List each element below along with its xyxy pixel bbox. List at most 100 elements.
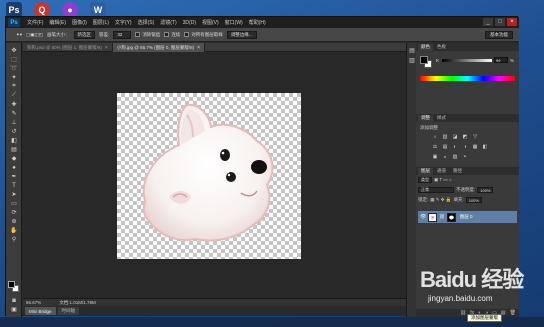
blend-mode-select[interactable]: 正常 bbox=[418, 187, 454, 193]
minimize-button[interactable]: _ bbox=[483, 18, 493, 26]
crop-tool-icon[interactable]: ⌗ bbox=[9, 83, 19, 90]
tab-layers[interactable]: 图层 bbox=[418, 167, 433, 175]
layer-filter-select[interactable]: 类型 bbox=[418, 177, 432, 183]
maximize-button[interactable]: □ bbox=[495, 18, 505, 26]
levels-adjustment-icon[interactable]: ▥ bbox=[442, 134, 448, 140]
document-canvas[interactable] bbox=[117, 93, 301, 259]
tab-styles[interactable]: 样式 bbox=[434, 115, 449, 122]
properties-panel-icon[interactable]: ▥ bbox=[408, 57, 416, 64]
healing-brush-tool-icon[interactable]: ✚ bbox=[9, 101, 19, 108]
tab-mini-bridge[interactable]: Mini Bridge bbox=[25, 307, 56, 315]
menu-type[interactable]: 文字(Y) bbox=[112, 19, 135, 26]
hue-saturation-adjustment-icon[interactable]: ▤ bbox=[442, 144, 448, 150]
tolerance-input[interactable]: 32 bbox=[113, 30, 132, 39]
antialias-checkbox[interactable]: 消除锯齿 bbox=[135, 32, 160, 38]
menu-help[interactable]: 帮助(H) bbox=[246, 19, 269, 26]
magic-wand-tool-icon[interactable]: ✦▾ bbox=[16, 32, 22, 38]
zoom-level[interactable]: 66.67% bbox=[26, 300, 41, 305]
options-bar: ✦▾ ▢▣◫◰ 画笔大小： 新选区 容差: 32 消除锯齿 连续 对所有图层取样… bbox=[6, 28, 519, 42]
menu-file[interactable]: 文件(F) bbox=[24, 19, 46, 26]
hand-tool-icon[interactable]: ✋ bbox=[9, 227, 19, 234]
channel-mixer-adjustment-icon[interactable]: ▦ bbox=[472, 144, 478, 150]
quick-mask-icon[interactable]: ◙ bbox=[9, 297, 19, 304]
menu-3d[interactable]: 3D(D) bbox=[180, 20, 199, 26]
layer-filter-icons[interactable]: ▣ T ▭ ⌂ bbox=[434, 177, 452, 183]
close-tab-icon[interactable]: × bbox=[105, 45, 108, 51]
collapsed-panel-dock: ▤ ▥ bbox=[406, 43, 416, 317]
canvas-area[interactable] bbox=[23, 52, 406, 298]
magic-wand-tool-icon[interactable]: ✦ bbox=[9, 74, 19, 81]
foreground-color-swatch[interactable] bbox=[420, 56, 428, 64]
menu-filter[interactable]: 滤镜(T) bbox=[157, 19, 179, 26]
vibrance-adjustment-icon[interactable]: ▽ bbox=[472, 134, 478, 140]
clone-stamp-tool-icon[interactable]: ⊥ bbox=[9, 119, 19, 126]
refine-edge-button[interactable]: 调整边缘... bbox=[226, 30, 257, 39]
threshold-adjustment-icon[interactable]: ▨ bbox=[452, 154, 458, 160]
tab-puppy-jpg[interactable]: 小狗.jpg @ 66.7% (图层 0, 图层蒙版/8) × bbox=[112, 43, 206, 52]
path-selection-tool-icon[interactable]: ➤ bbox=[9, 191, 19, 198]
selective-color-adjustment-icon[interactable]: ◓ bbox=[462, 154, 468, 160]
close-button[interactable]: × bbox=[507, 18, 517, 26]
type-tool-icon[interactable]: T bbox=[9, 182, 19, 189]
color-spectrum[interactable] bbox=[420, 76, 515, 81]
menu-window[interactable]: 窗口(W) bbox=[222, 19, 246, 26]
blur-tool-icon[interactable]: ◆ bbox=[9, 155, 19, 162]
3d-rotate-tool-icon[interactable]: ⟳ bbox=[9, 209, 19, 216]
layer-name[interactable]: 图层 0 bbox=[460, 214, 473, 220]
selection-mode-select[interactable]: 新选区 bbox=[73, 30, 96, 39]
invert-adjustment-icon[interactable]: ▣ bbox=[432, 154, 438, 160]
sample-all-layers-checkbox[interactable]: 对所有图层取样 bbox=[184, 32, 223, 38]
contiguous-checkbox[interactable]: 连续 bbox=[164, 32, 180, 38]
layer-mask-thumbnail[interactable] bbox=[446, 212, 456, 222]
foreground-color-swatch[interactable] bbox=[8, 281, 15, 288]
k-slider[interactable]: K 99 % bbox=[436, 57, 514, 63]
photo-filter-adjustment-icon[interactable]: ◑ bbox=[462, 144, 468, 150]
chain-link-icon[interactable]: ⛓ bbox=[439, 214, 445, 220]
close-tab-icon[interactable]: × bbox=[197, 45, 200, 51]
menu-image[interactable]: 图像(I) bbox=[69, 19, 90, 26]
tab-timeline[interactable]: 时间轴 bbox=[57, 307, 80, 315]
menu-select[interactable]: 选择(S) bbox=[135, 19, 158, 26]
shape-tool-icon[interactable]: ▭ bbox=[9, 200, 19, 207]
exposure-adjustment-icon[interactable]: ◩ bbox=[462, 134, 468, 140]
tab-paths[interactable]: 路径 bbox=[450, 168, 465, 175]
layer-row[interactable]: 👁 ⛓ 图层 0 bbox=[418, 211, 517, 223]
black-white-adjustment-icon[interactable]: ◐ bbox=[452, 144, 458, 150]
fill-input[interactable]: 100% bbox=[465, 197, 482, 203]
toolbox: ✥ ⬚ ➰ ✦ ⌗ ⟋ ✚ ✎ ⊥ ↺ ◧ ▤ ◆ ● ✒ T ➤ ▭ ⟳ ⊛ … bbox=[6, 43, 22, 317]
gradient-tool-icon[interactable]: ▤ bbox=[9, 146, 19, 153]
move-tool-icon[interactable]: ✥ bbox=[9, 47, 19, 54]
posterize-adjustment-icon[interactable]: ◒ bbox=[442, 154, 448, 160]
3d-camera-tool-icon[interactable]: ⊛ bbox=[9, 218, 19, 225]
eyedropper-tool-icon[interactable]: ⟋ bbox=[9, 92, 19, 99]
opacity-input[interactable]: 100% bbox=[477, 187, 494, 193]
layer-thumbnail[interactable] bbox=[428, 212, 437, 222]
selection-mode-icons[interactable]: ▢▣◫◰ bbox=[26, 32, 43, 38]
eraser-tool-icon[interactable]: ◧ bbox=[9, 137, 19, 144]
k-value-input[interactable]: 99 bbox=[494, 57, 508, 63]
curves-adjustment-icon[interactable]: ◪ bbox=[452, 134, 458, 140]
history-brush-tool-icon[interactable]: ↺ bbox=[9, 128, 19, 135]
tab-swatches[interactable]: 色板 bbox=[434, 44, 449, 51]
tab-color[interactable]: 颜色 bbox=[418, 43, 433, 51]
tab-adjustments[interactable]: 调整 bbox=[418, 114, 433, 122]
menu-layer[interactable]: 图层(L) bbox=[90, 19, 112, 26]
brush-tool-icon[interactable]: ✎ bbox=[9, 110, 19, 117]
lasso-tool-icon[interactable]: ➰ bbox=[9, 65, 19, 72]
menu-view[interactable]: 视图(V) bbox=[199, 19, 222, 26]
eye-icon[interactable]: 👁 bbox=[420, 214, 426, 220]
screen-mode-icon[interactable]: ▣ bbox=[9, 306, 19, 313]
zoom-tool-icon[interactable]: ⚲ bbox=[9, 236, 19, 243]
color-lookup-adjustment-icon[interactable]: ◧ bbox=[482, 144, 488, 150]
menu-edit[interactable]: 编辑(E) bbox=[46, 19, 69, 26]
tab-dog-psd[interactable]: 狗狗.psd @ 50% (图层 1, 图层蒙版/8) × bbox=[23, 43, 113, 52]
color-balance-adjustment-icon[interactable]: ⚖ bbox=[432, 144, 438, 150]
dodge-tool-icon[interactable]: ● bbox=[9, 164, 19, 171]
marquee-tool-icon[interactable]: ⬚ bbox=[9, 56, 19, 63]
brightness-adjustment-icon[interactable]: ☼ bbox=[432, 134, 438, 140]
tab-channels[interactable]: 通道 bbox=[434, 168, 449, 175]
history-panel-icon[interactable]: ▤ bbox=[408, 47, 416, 54]
pen-tool-icon[interactable]: ✒ bbox=[9, 173, 19, 180]
workspace-select[interactable]: 基本功能 bbox=[485, 31, 513, 39]
lock-icons[interactable]: ▦ ✎ ✥ 🔒 bbox=[430, 197, 451, 203]
